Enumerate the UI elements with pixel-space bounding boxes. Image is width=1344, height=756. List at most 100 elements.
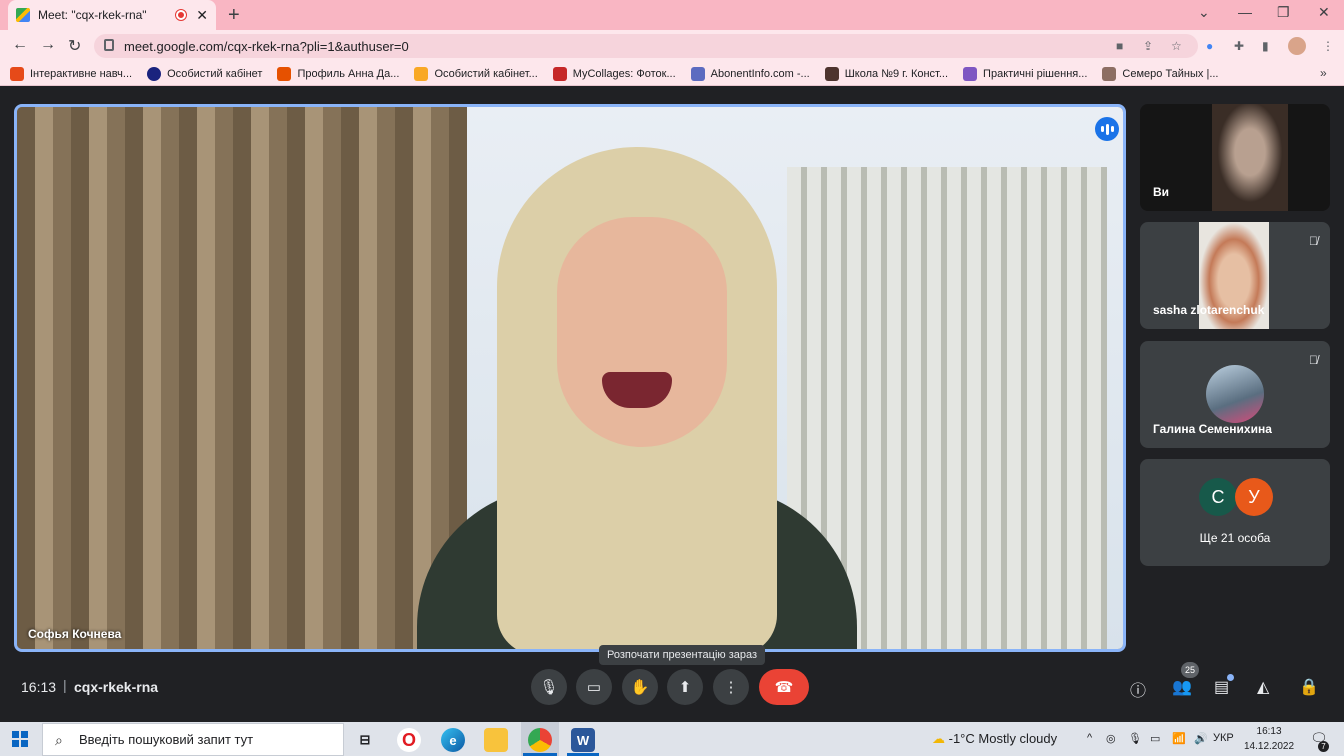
taskbar-date: 14.12.2022 [1244, 741, 1295, 752]
close-window-button[interactable]: ✕ [1318, 4, 1330, 21]
taskbar-clock[interactable]: 16:13 14.12.2022 [1244, 724, 1294, 754]
side-panel-icon[interactable]: ▮ [1262, 39, 1269, 53]
bookmark-item[interactable]: Інтерактивне навч... [10, 66, 132, 81]
cloud-sun-icon: ☁ [932, 731, 949, 746]
new-tab-button[interactable]: + [228, 4, 240, 27]
recording-indicator-icon [176, 10, 187, 20]
bookmark-item[interactable]: Особистий кабінет [147, 66, 262, 81]
present-screen-icon: ⬆ [678, 679, 692, 696]
more-vertical-icon: ⋮ [723, 679, 739, 696]
extension-circle-icon[interactable]: ● [1206, 39, 1213, 53]
leave-call-button[interactable]: ☎ [759, 669, 809, 705]
file-explorer-icon[interactable] [484, 728, 508, 752]
participant-count-badge: 25 [1181, 662, 1199, 678]
microphone-button[interactable]: 🎙 [531, 669, 567, 705]
reload-icon[interactable]: ↻ [68, 36, 81, 56]
edge-icon[interactable]: e [441, 728, 465, 752]
meet-favicon-icon [16, 8, 30, 22]
bookmark-star-icon[interactable]: ☆ [1171, 39, 1182, 53]
host-controls-lock-icon[interactable]: 🔒 [1299, 677, 1319, 697]
avatar-letter: У [1235, 478, 1273, 516]
bookmark-favicon-icon [1102, 66, 1117, 81]
battery-icon[interactable]: ▭ [1150, 732, 1160, 745]
meeting-time: 16:13 [21, 679, 57, 695]
app-tray-icon[interactable]: ◎ [1106, 732, 1116, 745]
microphone-icon: 🎙 [539, 679, 559, 696]
browser-tab[interactable]: Meet: "cqx-rkek-rna" ✕ [8, 0, 216, 30]
browser-menu-icon[interactable]: ⋮ [1322, 39, 1334, 53]
divider: | [63, 677, 67, 693]
extensions-puzzle-icon[interactable]: ✚ [1234, 39, 1244, 53]
language-indicator[interactable]: УКР [1213, 732, 1234, 744]
bookmark-item[interactable]: Семеро Тайных |... [1102, 66, 1219, 81]
participant-name: Ви [1153, 185, 1170, 199]
profile-avatar[interactable] [1288, 37, 1306, 55]
video-background-curtain [17, 107, 467, 649]
chrome-icon[interactable] [528, 728, 552, 752]
bookmark-item[interactable]: Профиль Анна Да... [277, 66, 399, 81]
maximize-button[interactable]: ❐ [1277, 4, 1290, 21]
url-text: meet.google.com/cqx-rkek-rna?pli=1&authu… [124, 38, 409, 54]
lock-icon [104, 39, 114, 51]
main-speaker-video[interactable]: Софья Кочнева [14, 104, 1126, 652]
main-speaker-name: Софья Кочнева [28, 627, 122, 641]
hang-up-phone-icon: ☎ [774, 679, 794, 696]
minimize-button[interactable]: — [1238, 4, 1252, 20]
participant-name: Галина Семенихина [1153, 422, 1272, 436]
bookmark-item[interactable]: AbonentInfo.com -... [690, 66, 810, 81]
bookmark-favicon-icon [690, 66, 705, 81]
speaking-indicator-icon [1095, 117, 1119, 141]
bookmarks-overflow-button[interactable]: » [1320, 66, 1327, 80]
self-video [1212, 104, 1288, 211]
chat-notification-dot [1227, 674, 1234, 681]
mic-off-icon: 🎙̸ [1309, 234, 1318, 248]
weather-widget[interactable]: ☁ -1°C Mostly cloudy [932, 731, 1057, 747]
weather-text: -1°C Mostly cloudy [948, 731, 1058, 746]
word-icon[interactable]: W [571, 728, 595, 752]
windows-start-button[interactable] [12, 731, 28, 747]
share-icon[interactable]: ⇪ [1143, 39, 1153, 53]
participant-tile[interactable]: 🎙̸ sasha zlotarenchuk [1140, 222, 1330, 329]
microphone-tray-icon[interactable]: 🎙 [1128, 732, 1142, 745]
chat-icon[interactable]: ▤ [1214, 677, 1229, 697]
activities-icon[interactable]: ◭ [1257, 677, 1269, 697]
search-icon: ⌕ [55, 732, 63, 748]
tab-close-icon[interactable]: ✕ [196, 7, 208, 24]
opera-icon[interactable]: O [397, 728, 421, 752]
task-view-icon[interactable]: ⊟ [353, 728, 377, 752]
wifi-icon[interactable]: 📶 [1172, 732, 1186, 745]
more-options-button[interactable]: ⋮ [713, 669, 749, 705]
bookmark-favicon-icon [552, 66, 567, 81]
bookmark-favicon-icon [963, 66, 978, 81]
bookmark-favicon-icon [10, 66, 24, 81]
show-hidden-icons[interactable]: ^ [1087, 732, 1092, 744]
mic-off-icon: 🎙̸ [1309, 353, 1318, 367]
present-button[interactable]: ⬆ [667, 669, 703, 705]
more-participants-label: Ще 21 особа [1199, 531, 1271, 545]
bookmark-item[interactable]: Особистий кабінет... [414, 66, 538, 81]
bookmark-item[interactable]: Практичні рішення... [963, 66, 1087, 81]
more-participants-tile[interactable]: С У Ще 21 особа [1140, 459, 1330, 566]
forward-arrow-icon[interactable]: → [40, 36, 56, 54]
participant-name: sasha zlotarenchuk [1153, 303, 1265, 317]
bookmark-favicon-icon [277, 66, 292, 81]
bookmark-item[interactable]: MyCollages: Фоток... [552, 66, 676, 81]
hand-icon: ✋ [630, 679, 650, 696]
tab-search-icon[interactable]: ⌄ [1198, 4, 1210, 21]
raise-hand-button[interactable]: ✋ [622, 669, 658, 705]
address-bar[interactable]: meet.google.com/cqx-rkek-rna?pli=1&authu… [94, 34, 1198, 58]
participant-tile-self[interactable]: Ви [1140, 104, 1330, 211]
camera-in-use-icon[interactable]: ■ [1116, 39, 1123, 53]
meeting-code: cqx-rkek-rna [74, 679, 159, 695]
taskbar-search-box[interactable]: ⌕ Введіть пошуковий запит тут [42, 723, 344, 756]
people-icon[interactable]: 👥 [1172, 677, 1192, 697]
back-arrow-icon[interactable]: ← [12, 36, 28, 54]
camera-icon: ▭ [586, 679, 602, 696]
bookmark-favicon-icon [414, 66, 429, 81]
meeting-info-icon[interactable]: ⓘ [1130, 677, 1146, 701]
bookmarks-bar: Інтерактивне навч... Особистий кабінет П… [0, 62, 1344, 86]
bookmark-item[interactable]: Школа №9 г. Конст... [824, 66, 948, 81]
participant-tile[interactable]: 🎙̸ Галина Семенихина [1140, 341, 1330, 448]
camera-button[interactable]: ▭ [576, 669, 612, 705]
volume-icon[interactable]: 🔊 [1194, 732, 1208, 745]
